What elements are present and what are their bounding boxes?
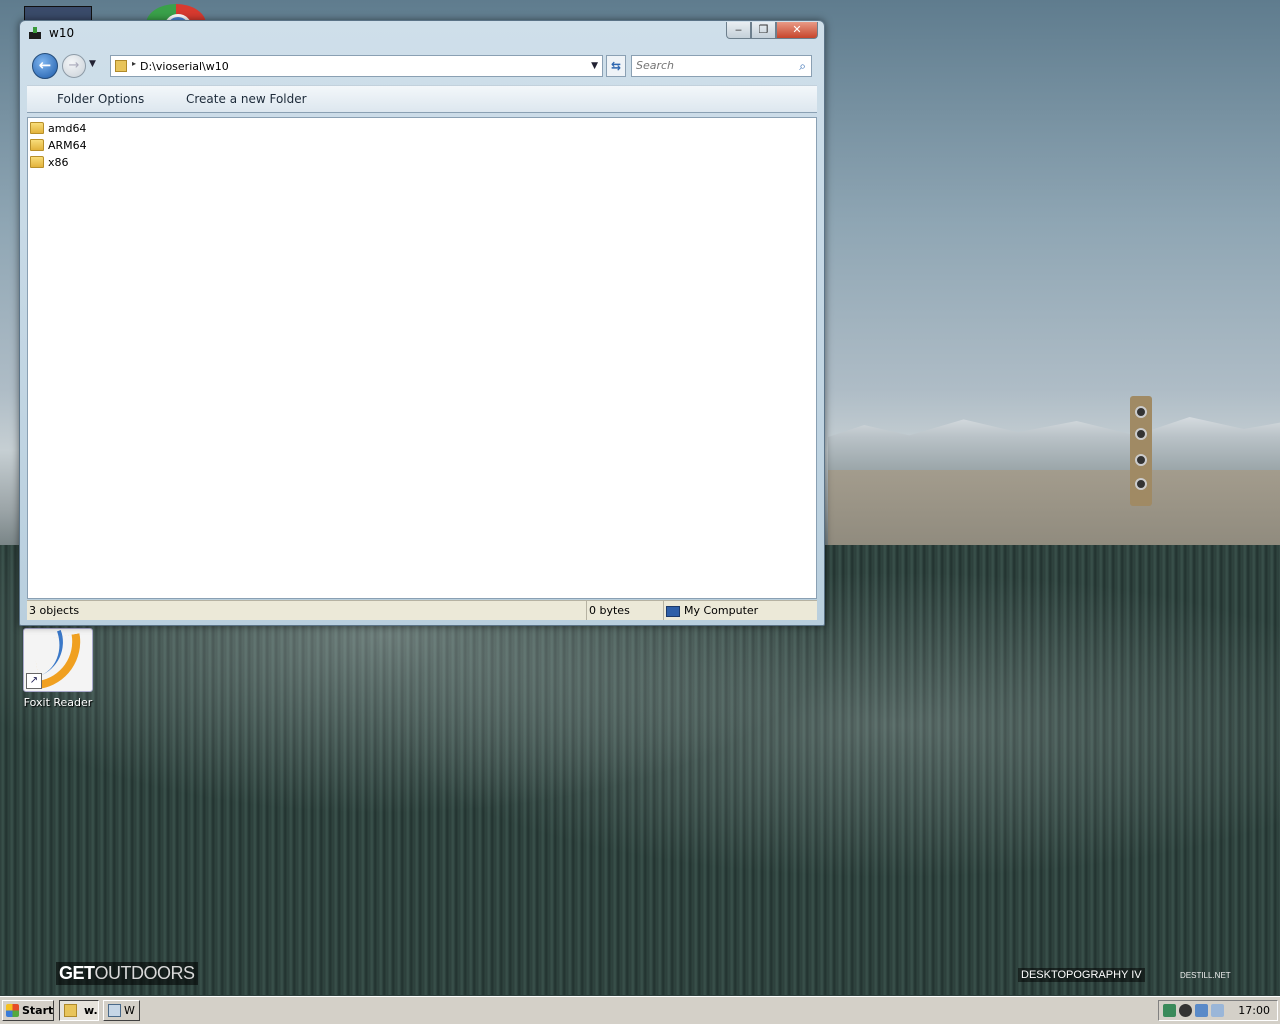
- taskbar: Start w. W 17:00: [0, 996, 1280, 1024]
- window-title: w10: [49, 26, 75, 40]
- status-size: 0 bytes: [586, 601, 663, 620]
- windows-logo-icon: [6, 1004, 19, 1017]
- start-label: Start: [22, 1004, 54, 1017]
- monitor-icon[interactable]: [1211, 1004, 1224, 1017]
- shortcut-arrow-icon: ↗: [26, 673, 42, 689]
- wallpaper-plain: [828, 470, 1280, 550]
- file-name: x86: [48, 155, 69, 169]
- forward-button[interactable]: →: [62, 54, 86, 78]
- folder-options-button[interactable]: Folder Options: [57, 92, 144, 106]
- network-icon[interactable]: [1163, 1004, 1176, 1017]
- file-name: amd64: [48, 121, 87, 135]
- display-icon[interactable]: [1195, 1004, 1208, 1017]
- list-item[interactable]: ARM64: [30, 137, 87, 153]
- computer-icon: [666, 605, 680, 617]
- taskbar-item-explorer[interactable]: w.: [59, 1000, 99, 1021]
- wallpaper-brand-right-small: DESTILL.NET: [1180, 971, 1231, 980]
- file-list[interactable]: amd64 ARM64 x86: [27, 117, 817, 599]
- window-app-icon: [29, 27, 41, 39]
- system-tray: 17:00: [1158, 1000, 1278, 1021]
- maximize-button[interactable]: ❐: [751, 22, 776, 39]
- command-bar: Folder Options Create a new Folder: [27, 85, 817, 113]
- sync-icon[interactable]: [1179, 1004, 1192, 1017]
- taskbar-item-other[interactable]: W: [103, 1000, 140, 1021]
- folder-icon: [30, 139, 44, 151]
- explorer-window: w10 ‒ ❐ ✕ ← → ▼ ▸ D:\vioserial\w10 ▼ ⇆ ⌕…: [19, 20, 825, 626]
- folder-icon: [30, 156, 44, 168]
- search-icon[interactable]: ⌕: [799, 59, 806, 74]
- folder-icon: [64, 1004, 77, 1017]
- taskbar-item-label: W: [124, 1004, 135, 1017]
- wallpaper-speaker: [1130, 396, 1152, 506]
- status-bar: 3 objects 0 bytes My Computer: [27, 600, 817, 620]
- status-object-count: 3 objects: [29, 604, 80, 617]
- status-location-label: My Computer: [684, 604, 759, 617]
- desktop-icon-label: Foxit Reader: [23, 696, 93, 709]
- wallpaper-brand-left: GETOUTDOORS: [56, 962, 198, 985]
- search-box[interactable]: ⌕: [631, 55, 812, 77]
- close-button[interactable]: ✕: [776, 22, 818, 39]
- create-folder-button[interactable]: Create a new Folder: [186, 92, 307, 106]
- address-dropdown-icon[interactable]: ▼: [591, 61, 598, 71]
- folder-icon: [30, 122, 44, 134]
- address-path: D:\vioserial\w10: [140, 60, 229, 73]
- desktop-shortcut-foxit-reader[interactable]: ↗ Foxit Reader: [22, 628, 94, 709]
- navigation-bar: ← → ▼ ▸ D:\vioserial\w10 ▼ ⇆ ⌕: [27, 48, 817, 82]
- file-name: ARM64: [48, 138, 87, 152]
- status-location: My Computer: [663, 601, 817, 620]
- wallpaper-brand-right: DESKTOPOGRAPHY IV: [1018, 968, 1145, 982]
- history-dropdown-icon[interactable]: ▼: [89, 59, 96, 69]
- title-bar[interactable]: w10 ‒ ❐ ✕: [20, 21, 824, 45]
- address-bar[interactable]: ▸ D:\vioserial\w10 ▼: [110, 55, 603, 77]
- search-input[interactable]: [636, 59, 786, 72]
- breadcrumb-arrow-icon: ▸: [132, 59, 137, 68]
- app-icon: [108, 1004, 121, 1017]
- back-button[interactable]: ←: [32, 53, 58, 79]
- folder-icon: [115, 60, 127, 72]
- foxit-reader-icon: ↗: [23, 628, 93, 692]
- clock[interactable]: 17:00: [1238, 1004, 1270, 1017]
- list-item[interactable]: x86: [30, 154, 69, 170]
- minimize-button[interactable]: ‒: [726, 22, 751, 39]
- start-button[interactable]: Start: [2, 1000, 54, 1021]
- taskbar-item-label: w.: [84, 1004, 98, 1017]
- list-item[interactable]: amd64: [30, 120, 86, 136]
- refresh-button[interactable]: ⇆: [606, 55, 626, 77]
